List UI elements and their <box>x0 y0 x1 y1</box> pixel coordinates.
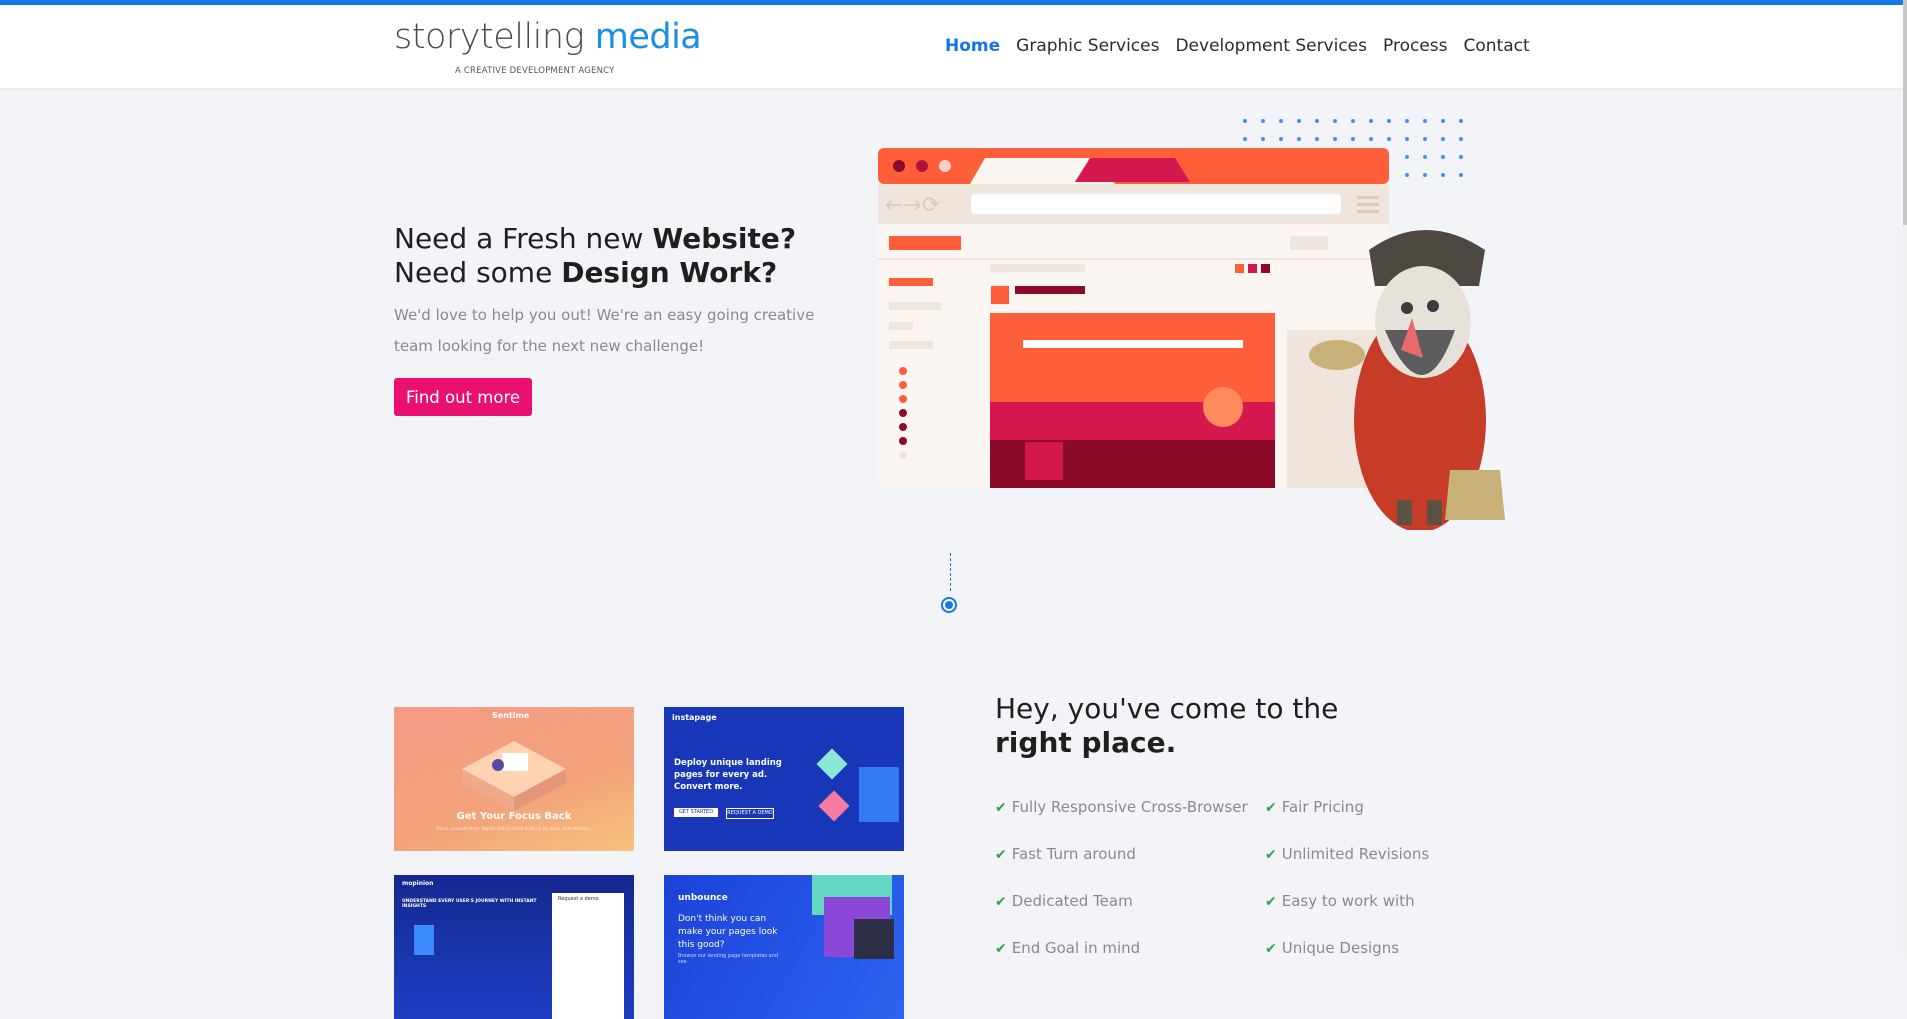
feature-label: Fully Responsive Cross-Browser <box>1011 798 1248 816</box>
section-title-line1: Hey, you've come to the <box>995 692 1339 725</box>
nav-item-development-services[interactable]: Development Services <box>1175 36 1367 56</box>
check-icon: ✔ <box>995 847 1007 863</box>
scroll-indicator-dot[interactable] <box>941 597 957 613</box>
feature-item: ✔ Easy to work with <box>1265 892 1415 910</box>
feature-label: End Goal in mind <box>1011 939 1141 957</box>
template-preview-3 <box>854 919 894 959</box>
nav-item-home[interactable]: Home <box>945 36 1000 56</box>
section-title-bold: right place. <box>995 726 1177 759</box>
thumbnail-form: Request a demo <box>552 893 624 1019</box>
site-header: storytelling media A CREATIVE DEVELOPMEN… <box>0 5 1903 88</box>
thumbnail-form-label: Request a demo <box>558 896 599 902</box>
portfolio-thumbnail[interactable]: unbounce Don't think you can make your p… <box>664 875 904 1019</box>
hero-title-line2: Need some <box>394 256 562 289</box>
thumbnail-headline: Get Your Focus Back <box>456 811 572 822</box>
logo-tagline: A CREATIVE DEVELOPMENT AGENCY <box>455 66 615 76</box>
check-icon: ✔ <box>1265 894 1277 910</box>
feature-item: ✔ Dedicated Team <box>995 892 1133 910</box>
hero-title: Need a Fresh new Website? Need some Desig… <box>394 222 796 290</box>
logo-accent-text: media <box>594 17 702 57</box>
feature-label: Dedicated Team <box>1011 892 1133 910</box>
hero-description: We'd love to help you out! We're an easy… <box>394 306 815 355</box>
svg-text:←→⟳: ←→⟳ <box>885 193 940 218</box>
main-nav: Home Graphic Services Development Servic… <box>945 36 1530 56</box>
site-logo[interactable]: storytelling media A CREATIVE DEVELOPMEN… <box>394 17 702 77</box>
thumbnail-subtext: Browse our landing page templates and se… <box>678 953 779 965</box>
feature-item: ✔ Fully Responsive Cross-Browser <box>995 798 1248 816</box>
thumbnail-secondary-button: REQUEST A DEMO <box>726 808 774 819</box>
feature-item: ✔ Unlimited Revisions <box>1265 845 1429 863</box>
check-icon: ✔ <box>995 800 1007 816</box>
nav-item-graphic-services[interactable]: Graphic Services <box>1016 36 1159 56</box>
feature-item: ✔ Fair Pricing <box>1265 798 1364 816</box>
thumbnail-primary-button: GET STARTED <box>674 808 718 817</box>
feature-item: ✔ Unique Designs <box>1265 939 1399 957</box>
hero-title-line1: Need a Fresh new <box>394 222 653 255</box>
desk-illustration <box>462 741 566 811</box>
check-icon: ✔ <box>1265 847 1277 863</box>
portfolio-thumbnail[interactable]: instapage Deploy unique landing pages fo… <box>664 707 904 851</box>
feature-label: Easy to work with <box>1281 892 1415 910</box>
scrollbar-thumb[interactable] <box>1903 0 1907 225</box>
thumbnail-subtext: Block yourself from digital distractions… <box>436 827 592 832</box>
section-title: Hey, you've come to the right place. <box>995 692 1338 760</box>
logo-wordmark: storytelling media <box>394 17 702 57</box>
find-out-more-button[interactable]: Find out more <box>394 378 532 416</box>
scroll-indicator-line <box>950 553 951 591</box>
page-scrollbar[interactable] <box>1903 0 1907 953</box>
feature-item: ✔ Fast Turn around <box>995 845 1136 863</box>
thumbnail-brand: Sentime <box>492 711 530 720</box>
hero-title-line2-bold: Design Work? <box>561 256 778 289</box>
check-icon: ✔ <box>1265 800 1277 816</box>
figure-illustration <box>414 925 434 955</box>
feature-label: Fair Pricing <box>1281 798 1364 816</box>
thumbnail-brand: instapage <box>672 713 717 722</box>
feature-label: Unique Designs <box>1281 939 1400 957</box>
logo-main-text: storytelling <box>394 17 585 57</box>
feature-label: Unlimited Revisions <box>1281 845 1430 863</box>
check-icon: ✔ <box>995 894 1007 910</box>
check-icon: ✔ <box>1265 941 1277 957</box>
thumbnail-headline: UNDERSTAND EVERY USER'S JOURNEY WITH INS… <box>402 899 537 909</box>
feature-item: ✔ End Goal in mind <box>995 939 1140 957</box>
portfolio-thumbnail[interactable]: Sentime Get Your Focus Back Block yourse… <box>394 707 634 851</box>
portfolio-thumbnail[interactable]: mopinion UNDERSTAND EVERY USER'S JOURNEY… <box>394 875 634 1019</box>
hero-title-line1-bold: Website? <box>652 222 797 255</box>
browser-window-illustration: ←→⟳ <box>878 148 1389 488</box>
feature-label: Fast Turn around <box>1011 845 1136 863</box>
hero-illustration: ←→⟳ <box>878 119 1505 530</box>
thumbnail-brand: unbounce <box>678 893 728 903</box>
nav-item-contact[interactable]: Contact <box>1464 36 1530 56</box>
nav-item-process[interactable]: Process <box>1383 36 1448 56</box>
thumbnail-headline: Deploy unique landing pages for every ad… <box>674 758 782 792</box>
check-icon: ✔ <box>995 941 1007 957</box>
cubes-illustration <box>816 748 899 822</box>
thumbnail-headline: Don't think you can make your pages look… <box>678 914 778 950</box>
thumbnail-brand: mopinion <box>402 880 434 887</box>
